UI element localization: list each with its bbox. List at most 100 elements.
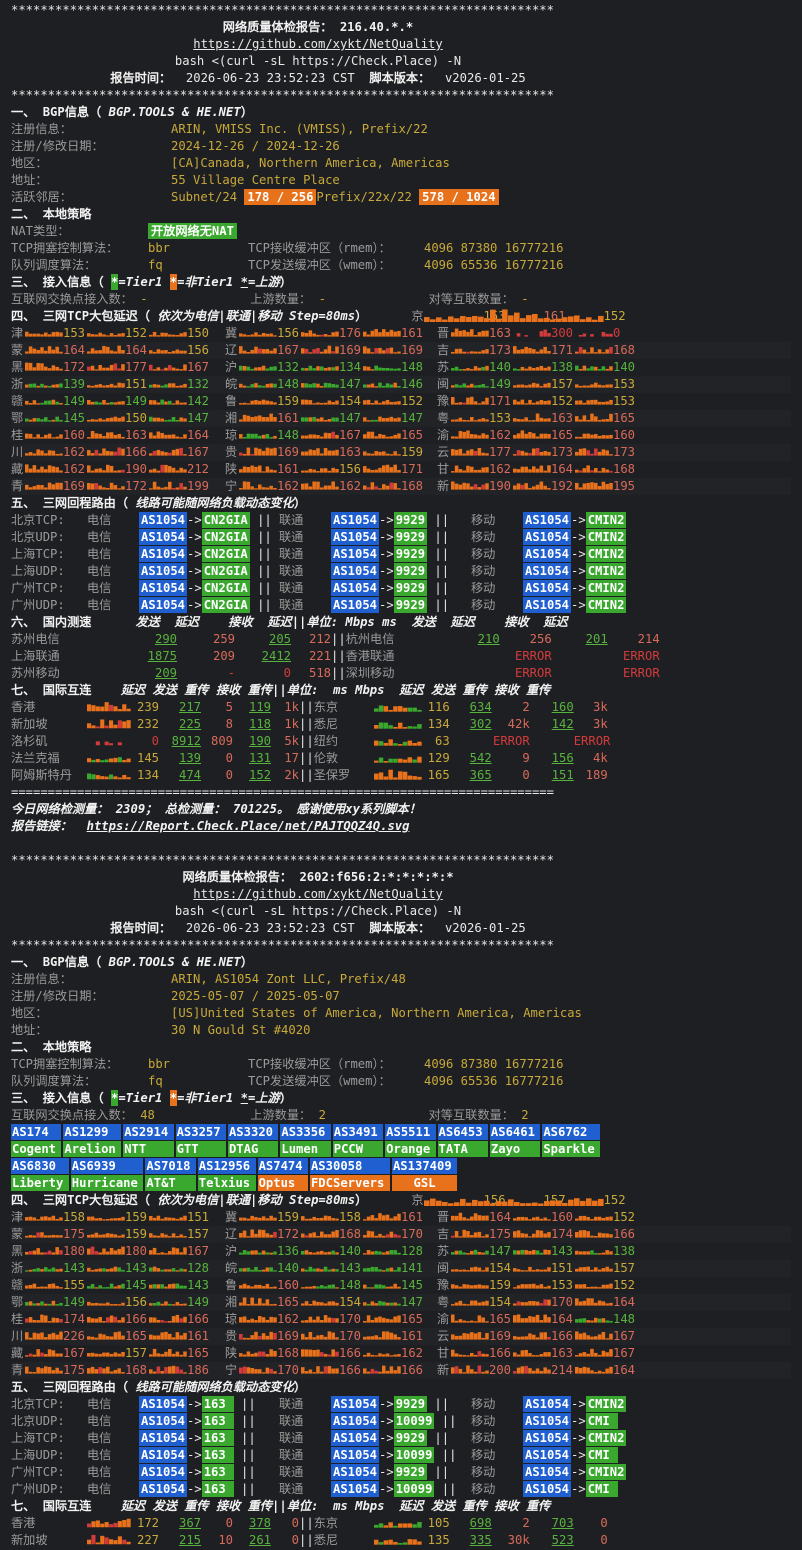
- latency-bar: [32, 348, 37, 354]
- asn-number: AS7018: [145, 1158, 196, 1174]
- latency-bar: [539, 481, 544, 490]
- latency-bar: [470, 466, 474, 473]
- asn-name: Optus: [257, 1175, 308, 1191]
- asn-name: Zayo: [489, 1141, 541, 1157]
- latency-bar: [254, 466, 258, 473]
- latency-bars: [451, 1249, 489, 1255]
- latency-bar: [36, 1349, 40, 1357]
- route-arrow: ->: [571, 1414, 586, 1428]
- latency-bars: [239, 481, 277, 490]
- latency-bar: [528, 366, 532, 371]
- latency-bar: [378, 1300, 382, 1306]
- latency-bar: [304, 1301, 309, 1306]
- latency-bar: [327, 1301, 332, 1306]
- latency-bar: [594, 352, 598, 354]
- latency-bar: [524, 1250, 528, 1255]
- latency-bar: [90, 483, 95, 490]
- route-arrow: ->: [379, 547, 394, 561]
- province-cell: 鲁 160 148 145: [225, 1277, 437, 1294]
- latency-bars: [363, 1249, 401, 1255]
- latency-bar: [44, 453, 48, 456]
- latency-value: 159: [277, 394, 300, 408]
- divider: ||: [299, 1533, 314, 1547]
- latency-bar: [113, 1332, 118, 1340]
- latency-bar: [378, 1233, 382, 1238]
- latency-bars: [301, 1230, 339, 1238]
- latency-bar: [44, 1303, 48, 1306]
- latency-bar: [117, 382, 121, 388]
- latency-bars: [25, 399, 63, 405]
- latency-bar: [94, 468, 99, 473]
- latency-bar: [575, 384, 579, 388]
- route-arrow: ->: [187, 530, 202, 544]
- latency-bar: [239, 1367, 243, 1374]
- province-cell: 黑 172 177 167: [11, 359, 225, 376]
- github-link[interactable]: https://github.com/xykt/NetQuality: [193, 37, 442, 51]
- latency-bar: [320, 1352, 324, 1357]
- latency-bar: [578, 1333, 583, 1340]
- latency-bar: [87, 385, 91, 388]
- latency-bar: [513, 485, 517, 490]
- latency-bar: [382, 465, 386, 473]
- latency-bar: [597, 401, 602, 405]
- latency-bar: [242, 437, 247, 439]
- latency-bar: [481, 1317, 485, 1323]
- report-link[interactable]: https://Report.Check.Place/net/PAJTQQZ4Q…: [87, 819, 410, 833]
- latency-bar: [366, 334, 371, 337]
- latency-bar: [389, 347, 394, 354]
- province-label: 粤: [437, 411, 450, 425]
- divider: ||: [427, 581, 450, 595]
- latency-bar: [573, 315, 580, 322]
- latency-bar: [516, 1367, 521, 1374]
- latency-bar: [549, 1200, 556, 1206]
- latency-bars: [301, 1215, 339, 1221]
- latency-bar: [578, 1267, 583, 1272]
- latency-bar: [323, 448, 328, 456]
- latency-bar: [586, 1298, 590, 1306]
- latency-bar: [382, 434, 386, 439]
- latency-bar: [117, 1331, 121, 1340]
- latency-bar: [308, 1233, 313, 1238]
- latency-bar: [149, 432, 153, 439]
- latency-bar: [250, 465, 254, 473]
- latency-value: 159: [401, 445, 424, 459]
- section-title-tail: ）: [279, 275, 292, 289]
- latency-bars: [543, 315, 604, 322]
- latency-bars: [451, 1266, 489, 1272]
- latency-bar: [383, 1525, 388, 1528]
- latency-bars: [363, 1266, 401, 1272]
- route-dest-badge: 9929: [393, 512, 428, 528]
- version-label: 脚本版本：: [369, 71, 431, 85]
- latency-bar: [524, 403, 528, 405]
- latency-bar: [246, 386, 251, 388]
- github-link[interactable]: https://github.com/xykt/NetQuality: [193, 887, 442, 901]
- isp-label: 电信: [87, 513, 112, 527]
- latency-bar: [601, 1217, 606, 1221]
- latency-bar: [582, 402, 587, 405]
- latency-bar: [117, 742, 122, 746]
- asn-name: Liberty: [11, 1175, 69, 1191]
- latency-bar: [261, 450, 266, 456]
- nat-line: NAT类型： 开放网络无NAT: [11, 223, 791, 240]
- latency-bar: [47, 465, 52, 473]
- intl-row: 法兰克福 145 139 0 131 17||伦敦 129 542 9 156 4k: [11, 750, 791, 767]
- latency-bar: [117, 417, 121, 422]
- latency-bars: [301, 481, 339, 490]
- latency-value: 146: [401, 377, 424, 391]
- province-label: 皖: [225, 377, 238, 391]
- latency-bar: [382, 329, 386, 337]
- latency-bar: [109, 1315, 114, 1323]
- latency-bar: [44, 487, 48, 490]
- latency-bar: [109, 1218, 114, 1221]
- city-label: 阿姆斯特丹: [11, 768, 72, 782]
- intl-value: 131: [248, 751, 271, 765]
- intl-value: 367: [178, 1516, 201, 1530]
- latency-bars: [25, 1366, 63, 1374]
- province-label: 蒙: [11, 1227, 24, 1241]
- latency-bar: [156, 470, 161, 473]
- latency-bar: [51, 1252, 56, 1255]
- latency-bar: [242, 1268, 247, 1272]
- latency-bar: [524, 1336, 528, 1340]
- latency-bar: [168, 1269, 172, 1272]
- latency-bars: [25, 346, 63, 354]
